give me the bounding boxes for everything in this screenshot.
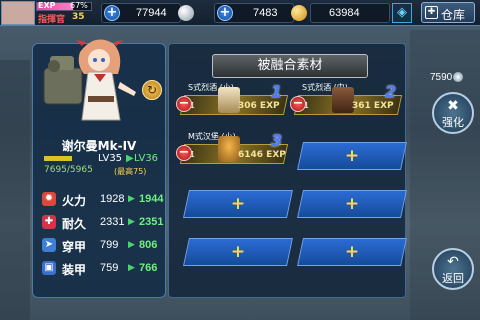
liquor-small-icon [218, 87, 240, 113]
add-material-icon: + [230, 242, 246, 262]
ship-girl-portrait [43, 39, 136, 121]
commander-label: 指揮官 [38, 15, 66, 25]
material-exp: 6146 EXP [238, 150, 286, 160]
silver-resource: + 7483 [214, 3, 294, 23]
stat-to: 2351 [139, 216, 164, 228]
oil-value: 77944 [136, 7, 167, 19]
burger-icon [218, 136, 240, 162]
durability-icon: ✚ [42, 215, 56, 229]
oil-icon [178, 5, 194, 21]
material-exp: 306 EXP [238, 101, 280, 111]
stat-from: 2331 [100, 216, 125, 228]
side-resource-count: 7590 [430, 72, 464, 83]
gold-value: 63984 [329, 7, 360, 19]
back-arrow-icon: ↶ [447, 254, 459, 270]
back-button[interactable]: ↶ 返回 [432, 248, 474, 290]
exp-percent: 67% [70, 1, 88, 10]
material-slot-3[interactable]: M式汉堡 (小) 1 6146 EXP 3 − [176, 131, 289, 166]
stat-from: 799 [100, 239, 119, 251]
enhance-button[interactable]: ✖ 强化 [432, 92, 474, 134]
empty-material-slot[interactable]: + [297, 190, 407, 218]
level-max-note: (最高75) [114, 167, 147, 176]
material-slot-number: 2 [384, 82, 396, 101]
exp-label: EXP [38, 1, 56, 10]
stat-arrow: ▶ [128, 194, 135, 204]
remove-material-button[interactable]: − [176, 145, 192, 161]
stat-arrow: ▶ [128, 240, 135, 250]
firepower-icon: ✹ [42, 192, 56, 206]
stat-armor: ▣ 装甲 759 ▶ 766 [42, 259, 166, 279]
add-material-icon: + [230, 194, 246, 214]
liquor-medium-icon [332, 87, 354, 113]
level-exp-bar [44, 156, 72, 161]
stat-from: 759 [100, 262, 119, 274]
add-silver-button[interactable]: + [217, 5, 233, 21]
stat-arrow: ▶ [128, 217, 135, 227]
add-material-icon: + [344, 146, 360, 166]
material-slot-number: 3 [270, 131, 282, 150]
penetration-icon: ➤ [42, 238, 56, 252]
material-slot-1[interactable]: S式烈酒 (小) 1 306 EXP 1 − [176, 82, 289, 117]
cube-icon[interactable]: ◈ [392, 3, 412, 23]
add-material-icon: + [344, 194, 360, 214]
level-row: 7695/5965 LV35 ▶ LV36 (最高75) [40, 153, 160, 193]
commander-avatar[interactable] [1, 1, 35, 25]
enhance-label: 强化 [442, 116, 464, 129]
stat-firepower: ✹ 火力 1928 ▶ 1944 [42, 190, 166, 210]
armor-icon: ▣ [42, 261, 56, 275]
empty-material-slot[interactable]: + [183, 190, 293, 218]
silver-value: 7483 [253, 7, 278, 19]
stat-to: 1944 [139, 193, 164, 205]
level-to: LV36 [134, 153, 159, 164]
add-material-icon: + [344, 242, 360, 262]
stat-label: 穿甲 [62, 240, 87, 254]
swap-ship-button[interactable]: ↻ [142, 80, 162, 100]
material-slot-number: 1 [270, 82, 282, 101]
stat-to: 806 [139, 239, 158, 251]
material-slot-2[interactable]: S式烈酒 (中) 1 361 EXP 2 − [290, 82, 403, 117]
empty-material-slot[interactable]: + [297, 142, 407, 170]
back-label: 返回 [442, 272, 464, 285]
ship-name: 谢尔曼Mk-IV [61, 139, 137, 153]
stat-penetration: ➤ 穿甲 799 ▶ 806 [42, 236, 166, 256]
silver-coin-icon [453, 72, 464, 83]
side-count-value: 7590 [430, 72, 453, 83]
material-exp: 361 EXP [352, 101, 394, 111]
remove-material-button[interactable]: − [290, 96, 306, 112]
stat-durability: ✚ 耐久 2331 ▶ 2351 [42, 213, 166, 233]
level-arrow: ▶ [126, 153, 134, 164]
gold-coin-icon [291, 5, 307, 21]
materials-header: 被融合素材 [212, 54, 368, 78]
oil-resource: + 77944 [101, 3, 181, 23]
stat-label: 火力 [62, 194, 87, 208]
warehouse-button[interactable]: ✚ 仓库 [421, 2, 475, 23]
warehouse-label: 仓库 [441, 8, 466, 22]
empty-material-slot[interactable]: + [297, 238, 407, 266]
warehouse-icon: ✚ [425, 6, 438, 19]
level-exp-value: 7695/5965 [44, 165, 93, 175]
gold-resource: 63984 [310, 3, 390, 23]
top-bar: EXP 67% 指揮官 35 + 77944 + 7483 63984 ◈ ✚ … [0, 0, 480, 26]
level-from: LV35 [98, 153, 123, 164]
stat-from: 1928 [100, 193, 125, 205]
remove-material-button[interactable]: − [176, 96, 192, 112]
stat-arrow: ▶ [128, 263, 135, 273]
stat-label: 装甲 [62, 263, 87, 277]
add-oil-button[interactable]: + [104, 5, 120, 21]
empty-material-slot[interactable]: + [183, 238, 293, 266]
stat-to: 766 [139, 262, 158, 274]
commander-level: 35 [72, 12, 85, 22]
wrench-icon: ✖ [447, 98, 459, 114]
stat-label: 耐久 [62, 217, 87, 231]
